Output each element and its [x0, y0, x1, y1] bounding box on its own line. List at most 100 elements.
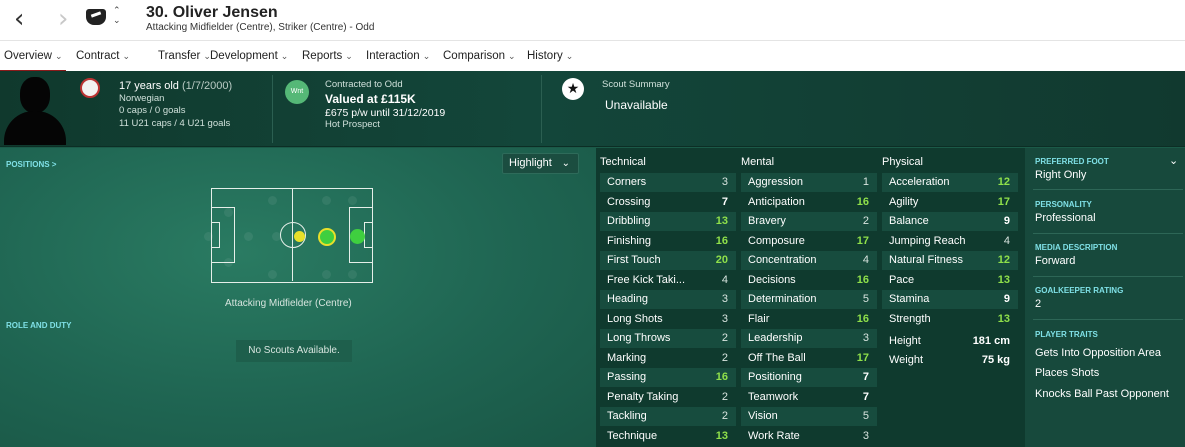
attribute-row[interactable]: Corners 3: [600, 173, 736, 192]
wage: £675 p/w until 31/12/2019: [325, 106, 446, 119]
attribute-row[interactable]: Free Kick Taki... 4: [600, 271, 736, 290]
tab-bar: Overview ⌄ Contract ⌄ Transfer ⌄ Developmen…: [0, 40, 1185, 72]
attribute-row[interactable]: Dribbling 13: [600, 212, 736, 231]
attribute-row[interactable]: Concentration 4: [741, 251, 877, 270]
back-icon[interactable]: ‹: [14, 6, 24, 32]
attribute-row[interactable]: Technique 13: [600, 427, 736, 446]
attribute-row[interactable]: Natural Fitness 12: [882, 251, 1018, 270]
position-dot: [322, 196, 331, 205]
attribute-name: Passing: [607, 371, 647, 383]
attribute-name: Decisions: [748, 273, 796, 286]
no-scouts-message: No Scouts Available.: [236, 340, 352, 362]
attribute-name: Finishing: [607, 234, 652, 247]
attribute-row[interactable]: Composure 17: [741, 232, 877, 251]
divider: [1033, 189, 1183, 190]
attribute-row[interactable]: Positioning 7: [741, 368, 877, 387]
attribute-row[interactable]: Tackling 2: [600, 407, 736, 426]
attribute-row[interactable]: Vision 5: [741, 407, 877, 426]
attribute-name: Vision: [748, 410, 778, 422]
attribute-row[interactable]: Agility 17: [882, 193, 1018, 212]
attribute-row[interactable]: Balance 9: [882, 212, 1018, 231]
attribute-row[interactable]: Passing 16: [600, 368, 736, 387]
attribute-value: 4: [862, 254, 869, 266]
attribute-value: 3: [862, 429, 869, 442]
chevron-down-icon: ⌄: [54, 52, 63, 62]
attribute-value: 12: [997, 176, 1010, 188]
chevron-down-icon: ⌄: [565, 52, 574, 62]
tab-development[interactable]: Development ⌄: [206, 41, 292, 72]
weight-row: Weight 75 kg: [882, 351, 1018, 370]
tab-interaction[interactable]: Interaction ⌄: [362, 41, 434, 72]
tab-contract[interactable]: Contract ⌄: [72, 41, 134, 72]
attribute-name: Aggression: [748, 176, 804, 188]
attribute-row[interactable]: Marking 2: [600, 349, 736, 368]
attribute-row[interactable]: Heading 3: [600, 290, 736, 309]
attribute-name: Balance: [889, 215, 929, 227]
attribute-row[interactable]: Anticipation 16: [741, 193, 877, 212]
attribute-row[interactable]: Determination 5: [741, 290, 877, 309]
tab-comparison[interactable]: Comparison ⌄: [439, 41, 520, 72]
attribute-name: First Touch: [607, 254, 661, 266]
position-caption: Attacking Midfielder (Centre): [225, 298, 352, 309]
attribute-value: 16: [856, 312, 869, 325]
attribute-row[interactable]: Bravery 2: [741, 212, 877, 231]
chevron-down-icon[interactable]: ⌄: [1169, 154, 1178, 167]
attribute-row[interactable]: Long Throws 2: [600, 329, 736, 348]
attribute-row[interactable]: Leadership 3: [741, 329, 877, 348]
attribute-row[interactable]: Aggression 1: [741, 173, 877, 192]
updown-icon[interactable]: ⌃ ⌄: [113, 6, 121, 26]
personality-value: Professional: [1035, 212, 1096, 224]
attribute-row[interactable]: Acceleration 12: [882, 173, 1018, 192]
technical-column: Technical Corners 3 Crossing 7 Dribbling 13 Fi…: [596, 148, 736, 447]
role-and-duty-label: ROLE AND DUTY: [6, 321, 72, 330]
attribute-value: 7: [721, 195, 728, 208]
attribute-row[interactable]: Work Rate 3: [741, 427, 877, 446]
attribute-value: 17: [856, 351, 869, 364]
attribute-row[interactable]: Flair 16: [741, 310, 877, 329]
attribute-value: 9: [1003, 215, 1010, 227]
height-row: Height 181 cm: [882, 332, 1018, 351]
attribute-value: 13: [997, 273, 1010, 286]
attribute-row[interactable]: Crossing 7: [600, 193, 736, 212]
tab-history[interactable]: History ⌄: [523, 41, 577, 72]
u21-caps: 11 U21 caps / 4 U21 goals: [119, 117, 231, 129]
attribute-row[interactable]: Teamwork 7: [741, 388, 877, 407]
attribute-row[interactable]: Decisions 16: [741, 271, 877, 290]
attribute-row[interactable]: Penalty Taking 2: [600, 388, 736, 407]
highlight-dropdown[interactable]: Highlight ⌄: [502, 153, 579, 174]
attribute-row[interactable]: Pace 13: [882, 271, 1018, 290]
attribute-row[interactable]: First Touch 20: [600, 251, 736, 270]
attribute-name: Determination: [748, 293, 817, 305]
forward-icon[interactable]: ›: [58, 6, 68, 32]
header: ‹ › ⌃ ⌄ 30. Oliver Jensen Attacking Midfi…: [0, 0, 1185, 72]
tab-overview[interactable]: Overview ⌄: [0, 41, 67, 72]
attribute-name: Dribbling: [607, 215, 651, 227]
attribute-value: 12: [997, 254, 1010, 266]
divider: [1033, 233, 1183, 234]
attribute-value: 3: [721, 312, 728, 325]
avatar: [4, 73, 66, 145]
tab-reports[interactable]: Reports ⌄: [298, 41, 357, 72]
attribute-row[interactable]: Strength 13: [882, 310, 1018, 329]
attribute-row[interactable]: Finishing 16: [600, 232, 736, 251]
attribute-row[interactable]: Jumping Reach 4: [882, 232, 1018, 251]
attribute-row[interactable]: Stamina 9: [882, 290, 1018, 309]
attribute-value: 4: [721, 273, 728, 286]
attribute-row[interactable]: Off The Ball 17: [741, 349, 877, 368]
chevron-down-icon: ⌄: [422, 52, 431, 62]
chevron-down-icon: ⌄: [508, 52, 516, 62]
contract-info: Contracted to Odd Valued at £115K £675 p…: [325, 79, 445, 132]
nationality-flag-icon: [80, 78, 100, 98]
attribute-name: Long Shots: [607, 312, 663, 325]
position-dot: [268, 270, 277, 279]
position-dot: [224, 258, 233, 267]
transfer-status-badge[interactable]: Wnt: [285, 80, 309, 104]
player-subtitle: Attacking Midfielder (Centre), Striker (…: [146, 22, 375, 33]
attribute-name: Pace: [889, 273, 915, 286]
preferred-foot-label: PREFERRED FOOT: [1035, 157, 1109, 166]
position-dot-current: [318, 228, 336, 246]
player-value: Valued at £115K: [325, 91, 416, 106]
attribute-row[interactable]: Long Shots 3: [600, 310, 736, 329]
attribute-name: Leadership: [748, 332, 803, 344]
positions-link[interactable]: POSITIONS >: [6, 160, 56, 169]
